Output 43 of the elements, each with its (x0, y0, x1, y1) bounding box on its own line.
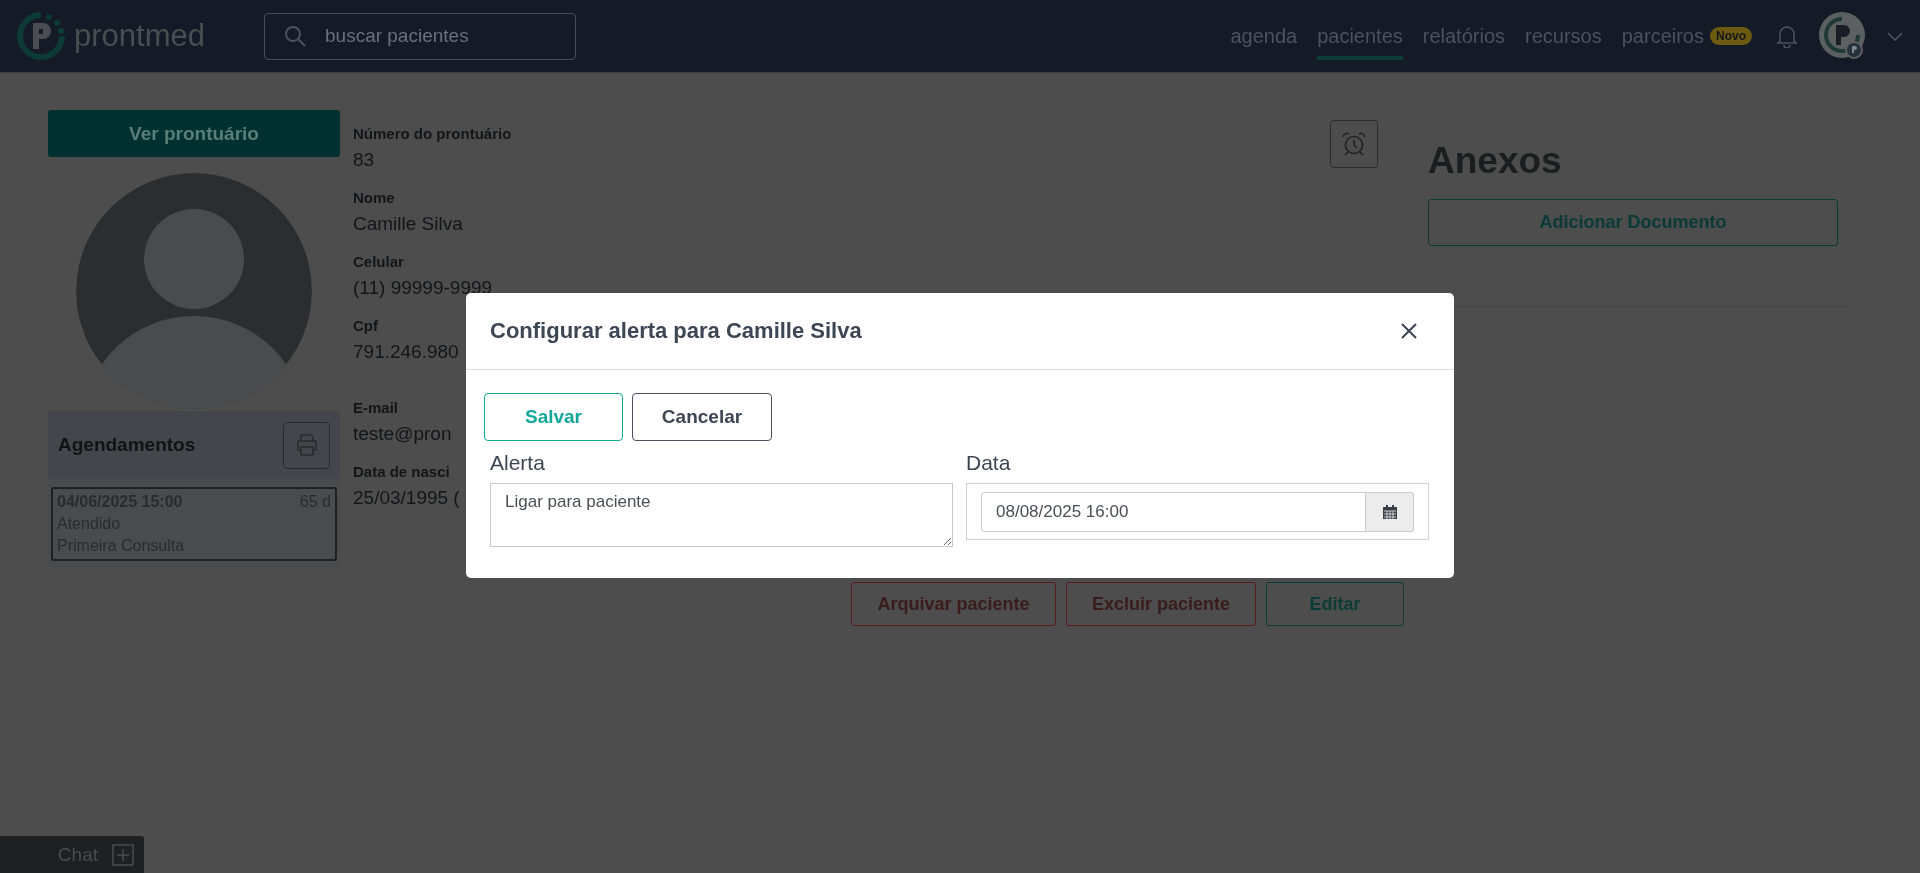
field-value: 791.246.980 (353, 341, 459, 363)
appointments-title: Agendamentos (58, 434, 196, 456)
field-label: Cpf (353, 317, 378, 334)
action-button[interactable]: Editar (1266, 582, 1404, 626)
avatar-icon[interactable] (1818, 11, 1866, 61)
alarm-button[interactable] (1330, 120, 1378, 168)
calendar-button[interactable] (1366, 491, 1414, 532)
field-label: Data de nasci (353, 463, 450, 480)
search-icon (283, 24, 307, 48)
field-label: Nome (353, 189, 395, 206)
alert-label: Alerta (490, 451, 546, 475)
search-input[interactable]: buscar pacientes (323, 24, 557, 48)
alarm-clock-icon (1340, 130, 1368, 158)
field-label: Celular (353, 253, 404, 270)
dialog-button[interactable]: Cancelar (632, 393, 772, 441)
new-badge: Novo (1710, 27, 1752, 45)
dialog-title: Configurar alerta para Camille Silva (490, 318, 862, 344)
add-document-button[interactable]: Adicionar Documento (1428, 199, 1838, 246)
nav-link[interactable]: pacientes (1317, 16, 1403, 60)
field-value: 25/03/1995 ( (353, 487, 460, 509)
close-icon[interactable] (1400, 322, 1418, 340)
print-button[interactable] (283, 421, 330, 469)
field-value: 83 (353, 149, 375, 171)
search-field[interactable]: buscar pacientes (264, 12, 576, 60)
dialog-button[interactable]: Salvar (484, 393, 623, 441)
calendar-icon (1381, 503, 1398, 520)
plus-icon (112, 843, 134, 866)
logo-icon (16, 11, 66, 61)
field-label: E-mail (353, 399, 398, 416)
field-value: (11) 99999-9999 (353, 277, 493, 299)
nav-link[interactable]: relatórios (1422, 16, 1506, 60)
nav-link[interactable]: agenda (1230, 16, 1298, 60)
nav-link[interactable]: parceiros (1621, 16, 1704, 60)
field-value: teste@pron (353, 423, 452, 445)
bell-icon[interactable] (1776, 24, 1798, 48)
date-label: Data (966, 451, 1012, 475)
field-value: Camille Silva (353, 213, 463, 235)
field-label: Número do prontuário (353, 125, 512, 142)
alert-text-field[interactable]: Ligar para paciente (490, 483, 953, 547)
chevron-down-icon[interactable] (1886, 30, 1904, 42)
nav-link[interactable]: recursos (1525, 16, 1602, 60)
view-record-button[interactable]: Ver prontuário (48, 110, 340, 157)
date-field[interactable]: 08/08/2025 16:00 (981, 491, 1366, 532)
